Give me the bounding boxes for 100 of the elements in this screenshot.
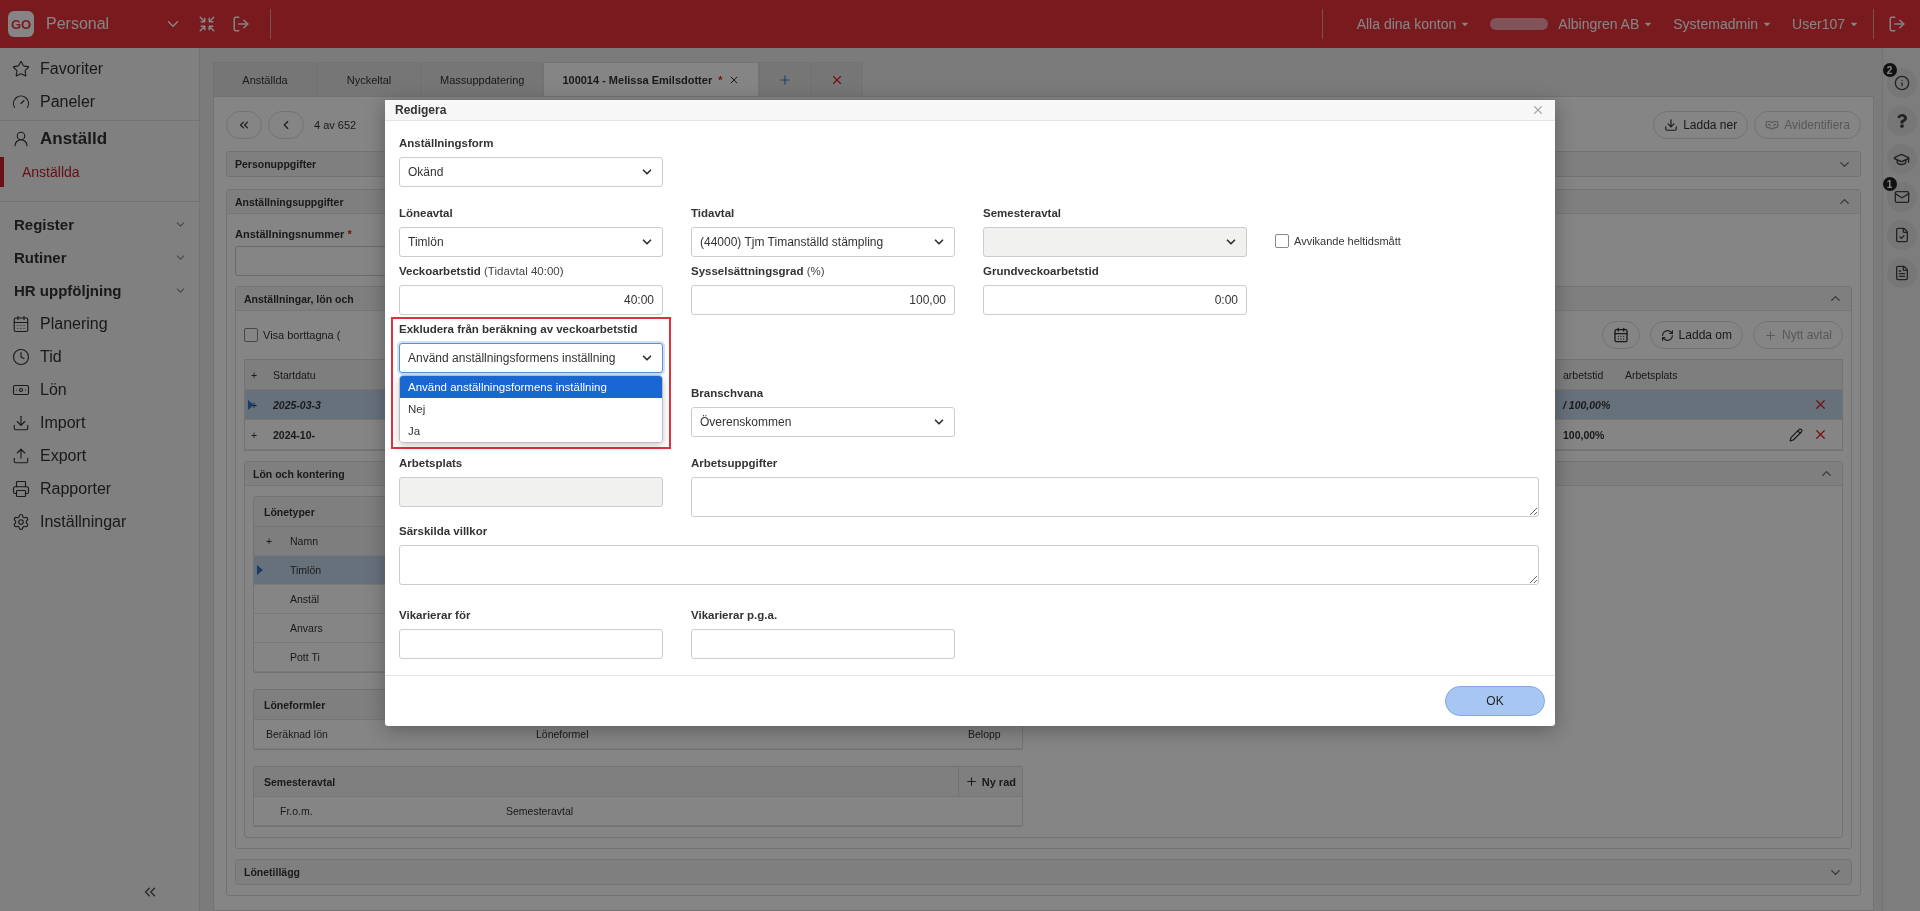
download-icon	[12, 413, 30, 432]
account-menu[interactable]: User107	[1792, 16, 1859, 32]
sidebar-item[interactable]: Inställningar	[0, 505, 199, 538]
pencil-icon[interactable]	[1789, 427, 1803, 442]
sidebar-item[interactable]: Paneler	[0, 85, 199, 118]
dropdown-option[interactable]: Ja	[400, 420, 662, 442]
sidebar-item[interactable]: Lön	[0, 373, 199, 406]
plus-icon	[778, 72, 793, 87]
exit-icon[interactable]	[232, 15, 250, 33]
refresh-icon	[1660, 328, 1674, 342]
close-icon[interactable]	[1531, 103, 1545, 117]
field-label: Sysselsättningsgrad (%)	[691, 265, 826, 279]
field-label: Arbetsuppgifter	[691, 457, 779, 471]
sidebar-item[interactable]: Planering	[0, 307, 199, 340]
rail-button[interactable]	[1886, 220, 1917, 250]
field-label: Arbetsplats	[399, 457, 464, 471]
account-menu[interactable]: Alla dina konton	[1356, 16, 1471, 32]
section-title: Personuppgifter	[235, 158, 317, 170]
checkbox[interactable]	[1275, 234, 1289, 248]
sidebar-section[interactable]: Anställd	[0, 121, 120, 157]
rail-button[interactable]	[1886, 106, 1917, 136]
row-marker-icon	[257, 565, 263, 575]
column-header: Löneformel	[535, 728, 590, 740]
close-tabs[interactable]	[811, 62, 864, 96]
input-field[interactable]	[399, 629, 663, 659]
sidebar-item[interactable]: Import	[0, 406, 199, 439]
module-name: Personal	[46, 15, 111, 33]
checkbox[interactable]	[244, 328, 258, 342]
section-title: Anställningsuppgifter	[235, 195, 344, 208]
field-label: Semesteravtal	[983, 207, 1062, 221]
text-area[interactable]	[691, 477, 1539, 517]
section-title: Anställningar, lön och	[244, 292, 354, 305]
sidebar-group[interactable]: Register	[0, 208, 199, 241]
field-label: Veckoarbetstid (Tidavtal 40:00)	[399, 265, 565, 279]
mail-icon	[1893, 189, 1910, 205]
sidebar-item[interactable]: Export	[0, 439, 199, 472]
field-label: Anställningsnummer	[235, 228, 345, 240]
action-button[interactable]: Ladda ner	[1653, 111, 1749, 139]
select-field[interactable]: (44000) Tjm Timanställd stämpling	[691, 227, 955, 257]
tab[interactable]: 100014 - Melissa Emilsdotter *	[543, 62, 760, 96]
rail-button[interactable]	[1886, 68, 1917, 98]
table-cell-text: +	[250, 428, 259, 441]
field-label: Exkludera från beräkning av veckoarbetstid	[399, 323, 639, 337]
upload-icon	[12, 446, 30, 465]
document-icon	[1893, 265, 1910, 281]
input-field[interactable]: 0:00	[983, 285, 1247, 315]
tab[interactable]: Massuppdatering	[421, 62, 544, 96]
select-field[interactable]: Okänd	[399, 157, 663, 187]
tab[interactable]: Anställda	[213, 62, 317, 96]
clock-icon	[12, 347, 30, 366]
dialog-title: Redigera	[395, 103, 447, 117]
toolbar-button[interactable]: Ladda om	[1649, 321, 1743, 349]
sidebar-item[interactable]: Rapporter	[0, 472, 199, 505]
account-menu[interactable]: Systemadmin	[1673, 16, 1773, 32]
add-row-button[interactable]: Ny rad	[957, 766, 1022, 797]
field-label: Särskilda villkor	[399, 525, 489, 539]
rail-button[interactable]	[1886, 258, 1917, 288]
input-field[interactable]: 40:00	[399, 285, 663, 315]
table-cell-text: Anstäl	[289, 593, 321, 605]
dropdown-option[interactable]: Nej	[400, 398, 662, 420]
card-title: Löneformler	[264, 698, 326, 711]
account-menu[interactable]: Albingren AB	[1490, 16, 1654, 32]
delete-icon[interactable]	[1813, 427, 1828, 442]
tab[interactable]: Nyckeltal	[317, 62, 421, 96]
checkbox-label: Avvikande heltidsmått	[1294, 235, 1401, 247]
column-header: Belopp	[967, 728, 1002, 740]
sidebar-group[interactable]: HR uppföljning	[0, 274, 199, 307]
calendar-icon	[1612, 327, 1629, 343]
field-label: Tidavtal	[691, 207, 736, 221]
column-header: +	[265, 535, 274, 547]
app-logo: GO	[8, 11, 34, 37]
delete-icon[interactable]	[1813, 397, 1828, 412]
rail-button[interactable]	[1886, 144, 1917, 174]
section-title: Lön och kontering	[253, 467, 345, 480]
count-badge: 2	[1882, 63, 1897, 77]
sidebar-item[interactable]: Tid	[0, 340, 199, 373]
input-field[interactable]	[691, 629, 955, 659]
table-cell-text: 100,00%	[1562, 428, 1606, 441]
ok-button[interactable]: OK	[1445, 686, 1545, 716]
calendar-button[interactable]	[1601, 321, 1640, 349]
sidebar-item[interactable]: Favoriter	[0, 52, 199, 85]
count-badge: 1	[1882, 177, 1897, 191]
card-title: Semesteravtal	[264, 775, 336, 788]
calendar-icon	[12, 314, 30, 333]
table-cell-text: 2024-10-	[272, 428, 317, 441]
input-field[interactable]: 100,00	[691, 285, 955, 315]
first-record-button[interactable]	[226, 111, 262, 139]
select-field[interactable]: Timlön	[399, 227, 663, 257]
column-header: Namn	[289, 535, 319, 547]
select-field[interactable]: Använd anställningsformens inställning	[399, 343, 663, 373]
logout-icon[interactable]	[1888, 15, 1906, 33]
section-title: Lönetillägg	[244, 866, 300, 878]
sidebar-group[interactable]: Rutiner	[0, 241, 199, 274]
shrink-icon[interactable]	[198, 15, 216, 33]
rail-button[interactable]	[1886, 182, 1917, 212]
file-check-icon	[1893, 227, 1910, 243]
select-field[interactable]: Överenskommen	[691, 407, 955, 437]
dropdown-option[interactable]: Använd anställningsformens inställning	[400, 376, 662, 398]
text-area[interactable]	[399, 545, 1539, 585]
column-header: +	[250, 368, 259, 381]
